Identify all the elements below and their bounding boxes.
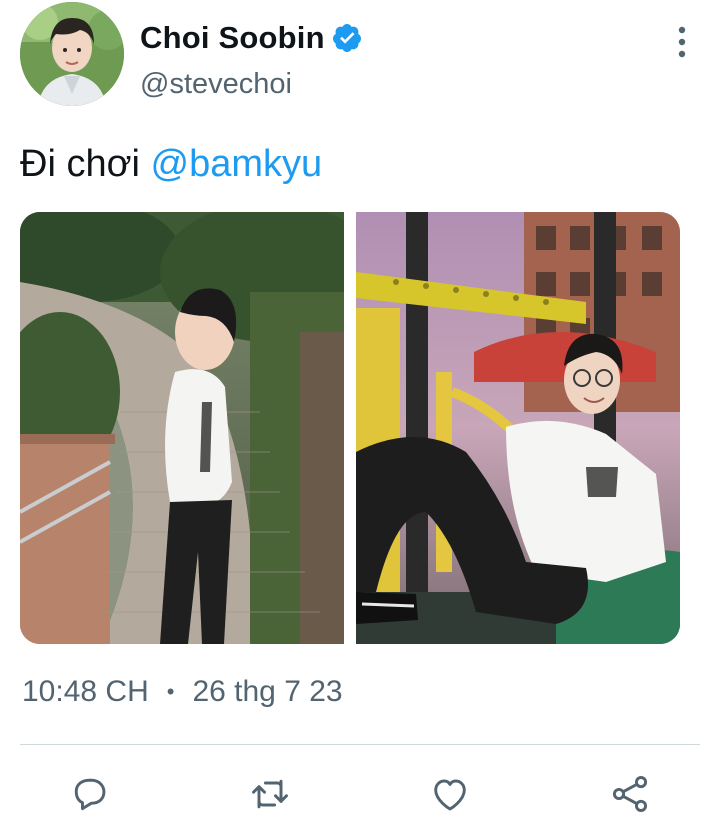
tweet-detail: Choi Soobin @stevechoi Đi chơi @bamkyu 1… bbox=[0, 0, 720, 822]
verified-badge-icon bbox=[331, 22, 363, 54]
reply-icon[interactable] bbox=[68, 772, 112, 816]
share-icon[interactable] bbox=[608, 772, 652, 816]
photo-playground-sitting[interactable] bbox=[356, 212, 680, 644]
like-icon[interactable] bbox=[428, 772, 472, 816]
avatar[interactable] bbox=[20, 2, 124, 106]
more-options-icon[interactable] bbox=[670, 22, 694, 62]
media-grid bbox=[20, 212, 680, 644]
meta-separator: • bbox=[166, 679, 175, 704]
tweet-timestamp: 10:48 CH • 26 thg 7 23 bbox=[22, 672, 343, 712]
mention-link[interactable]: @bamkyu bbox=[151, 143, 323, 185]
tweet-text-body: Đi chơi bbox=[20, 143, 140, 185]
tweet-time[interactable]: 10:48 CH bbox=[22, 675, 149, 709]
display-name[interactable]: Choi Soobin bbox=[140, 20, 325, 56]
divider bbox=[20, 744, 700, 745]
tweet-header: Choi Soobin @stevechoi bbox=[20, 2, 700, 106]
tweet-date[interactable]: 26 thg 7 23 bbox=[192, 675, 342, 709]
action-bar bbox=[0, 768, 720, 820]
tweet-text: Đi chơi @bamkyu bbox=[20, 140, 322, 188]
photo-walkway-standing[interactable] bbox=[20, 212, 344, 644]
avatar-photo bbox=[20, 2, 124, 106]
retweet-icon[interactable] bbox=[248, 772, 292, 816]
name-row: Choi Soobin bbox=[140, 16, 363, 60]
user-handle[interactable]: @stevechoi bbox=[140, 68, 292, 101]
